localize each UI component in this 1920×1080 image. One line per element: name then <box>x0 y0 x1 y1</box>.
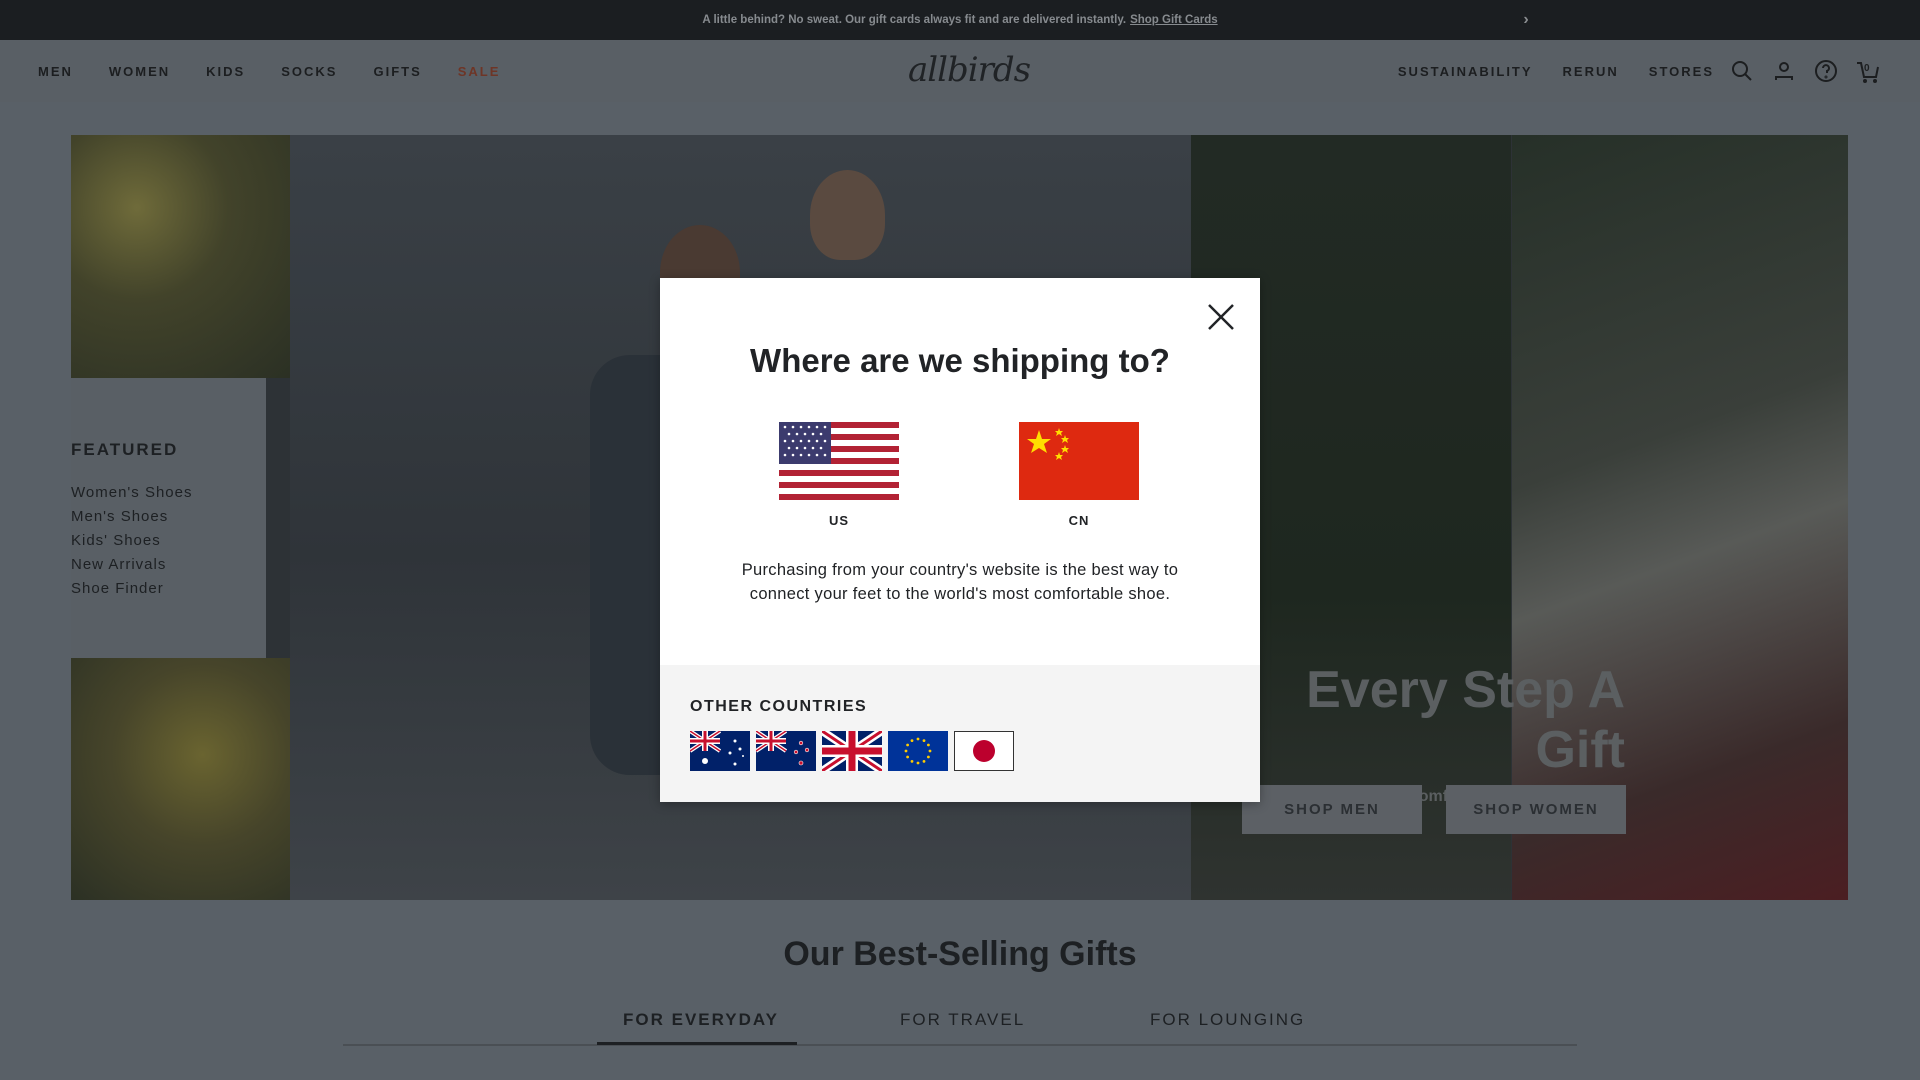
nav-sustainability[interactable]: SUSTAINABILITY <box>1398 64 1533 79</box>
us-flag-icon <box>779 422 899 500</box>
nav-men[interactable]: MEN <box>38 64 73 79</box>
nav-left: MEN WOMEN KIDS SOCKS GIFTS SALE <box>38 40 536 102</box>
close-icon[interactable] <box>1206 302 1236 332</box>
modal-description: Purchasing from your country's website i… <box>741 561 1179 603</box>
bokeh-image-bottom <box>71 658 290 900</box>
cart-icon[interactable]: 0 <box>1854 57 1882 85</box>
search-icon[interactable] <box>1728 57 1756 85</box>
china-flag-icon <box>1019 422 1139 500</box>
best-selling-title: Our Best-Selling Gifts <box>783 935 1137 973</box>
shop-gift-cards-link[interactable]: Shop Gift Cards <box>1130 14 1218 26</box>
chevron-right-icon[interactable]: › <box>1517 11 1535 29</box>
country-cn-label: CN <box>1068 513 1090 528</box>
allbirds-logo[interactable]: allbirds <box>908 50 1031 90</box>
help-icon[interactable] <box>1812 57 1840 85</box>
nav-gifts[interactable]: GIFTS <box>373 64 421 79</box>
japan-flag-icon[interactable] <box>954 731 1014 771</box>
nav-socks[interactable]: SOCKS <box>281 64 337 79</box>
featured-womens-shoes[interactable]: Women's Shoes <box>71 484 192 501</box>
tab-for-lounging[interactable]: FOR LOUNGING <box>1150 1010 1305 1030</box>
active-tab-underline <box>597 1042 797 1045</box>
shipping-modal: Where are we shipping to? US CN Purchasi… <box>660 278 1260 802</box>
featured-new-arrivals[interactable]: New Arrivals <box>71 556 192 573</box>
bokeh-image-top <box>71 135 290 378</box>
featured-heading: FEATURED <box>71 440 179 459</box>
gift-tabs: FOR EVERYDAY FOR TRAVEL FOR LOUNGING <box>343 1008 1577 1046</box>
person-head <box>810 170 885 260</box>
new-zealand-flag-icon[interactable] <box>756 731 816 771</box>
country-cn[interactable]: CN <box>1019 422 1139 528</box>
cart-count: 0 <box>1864 63 1870 74</box>
nav-stores[interactable]: STORES <box>1649 64 1714 79</box>
page: { "announcement": { "text": "A little be… <box>0 0 1920 1080</box>
country-us[interactable]: US <box>779 422 899 528</box>
tab-for-everyday[interactable]: FOR EVERYDAY <box>623 1010 779 1030</box>
nav-kids[interactable]: KIDS <box>206 64 245 79</box>
hero-title: Every Step A Gift <box>1306 661 1625 779</box>
modal-title: Where are we shipping to? <box>750 342 1170 379</box>
featured-kids-shoes[interactable]: Kids' Shoes <box>71 532 192 549</box>
country-us-label: US <box>828 513 850 528</box>
announcement-text: A little behind? No sweat. Our gift card… <box>702 14 1127 26</box>
featured-menu: FEATURED Women's Shoes Men's Shoes Kids'… <box>71 440 192 604</box>
nav-women[interactable]: WOMEN <box>109 64 170 79</box>
uk-flag-icon[interactable] <box>822 731 882 771</box>
nav-sale[interactable]: SALE <box>458 64 501 79</box>
nav-rerun[interactable]: RERUN <box>1563 64 1619 79</box>
featured-shoe-finder[interactable]: Shoe Finder <box>71 580 192 597</box>
announcement-bar: A little behind? No sweat. Our gift card… <box>0 0 1920 40</box>
eu-flag-icon[interactable] <box>888 731 948 771</box>
shop-women-button[interactable]: SHOP WOMEN <box>1446 785 1626 834</box>
featured-mens-shoes[interactable]: Men's Shoes <box>71 508 192 525</box>
other-countries-section: OTHER COUNTRIES <box>660 665 1260 802</box>
australia-flag-icon[interactable] <box>690 731 750 771</box>
other-countries-heading: OTHER COUNTRIES <box>690 698 868 715</box>
nav-right: SUSTAINABILITY RERUN STORES 0 <box>1398 40 1882 102</box>
tab-for-travel[interactable]: FOR TRAVEL <box>900 1010 1025 1030</box>
shop-men-button[interactable]: SHOP MEN <box>1242 785 1422 834</box>
main-nav: MEN WOMEN KIDS SOCKS GIFTS SALE allbirds… <box>0 40 1920 102</box>
account-icon[interactable] <box>1770 57 1798 85</box>
